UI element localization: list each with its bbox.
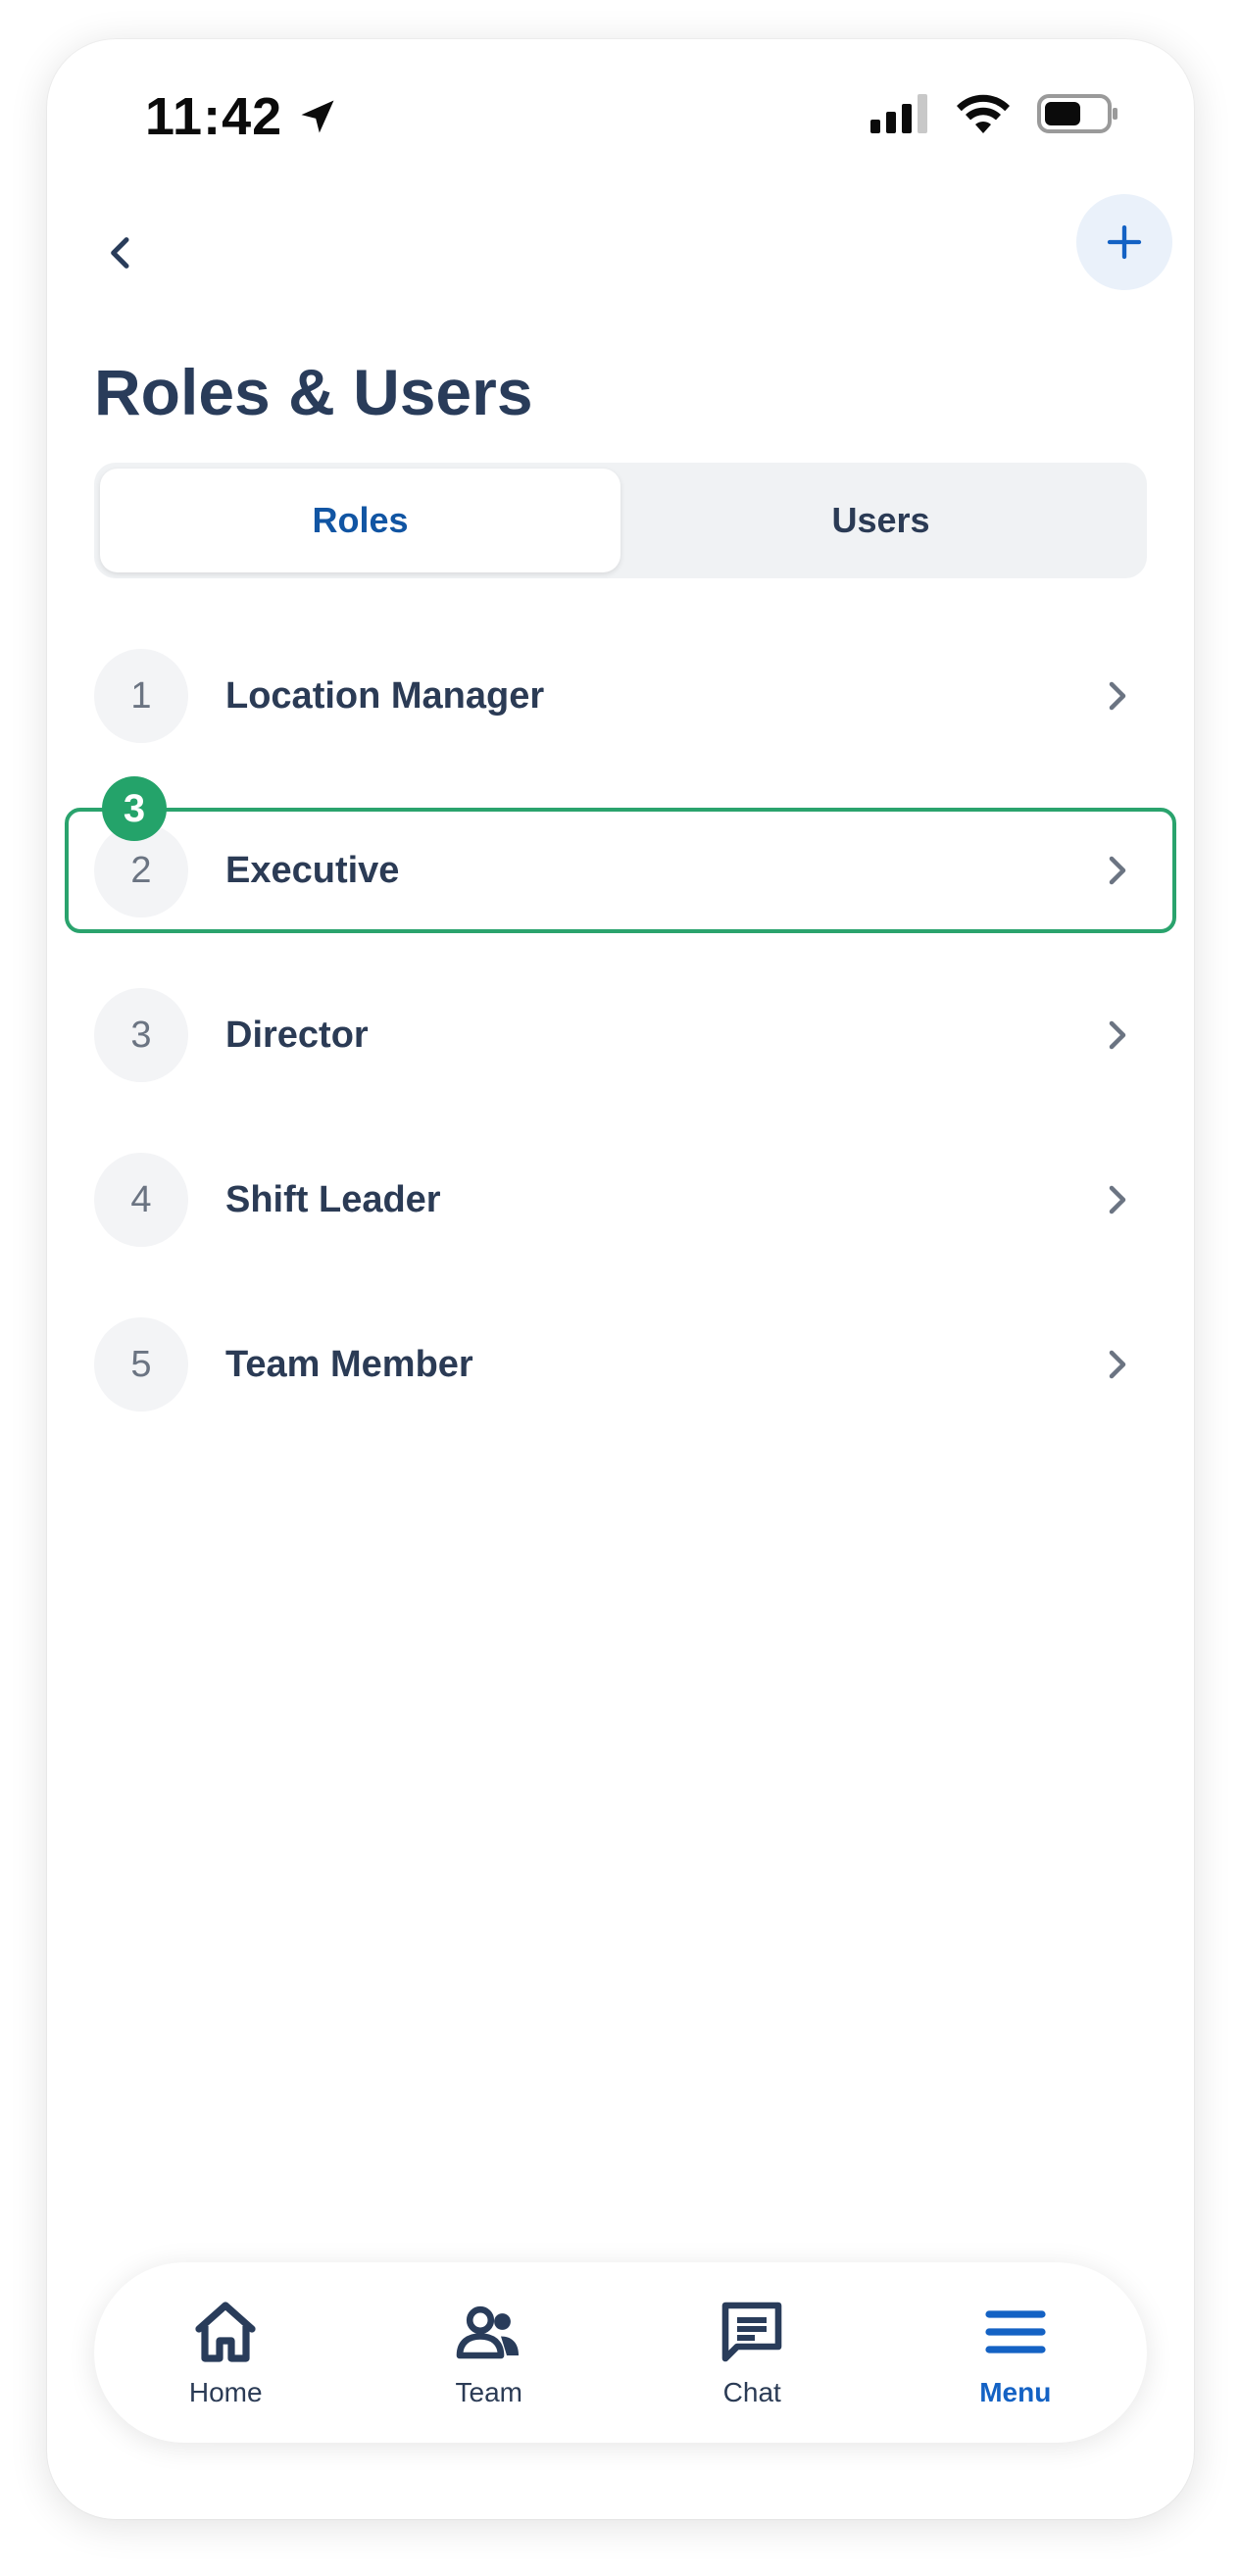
- role-number: 5: [94, 1317, 188, 1412]
- status-time: 11:42: [145, 86, 339, 147]
- role-number: 4: [94, 1153, 188, 1247]
- menu-icon: [985, 2310, 1046, 2353]
- role-name: Team Member: [225, 1343, 473, 1385]
- role-row-location-manager[interactable]: 1 Location Manager: [94, 637, 1147, 755]
- nav-chat[interactable]: Chat: [654, 2297, 850, 2408]
- page-title: Roles & Users: [94, 356, 533, 428]
- chevron-left-icon: [111, 237, 129, 269]
- signal-icon: [870, 94, 927, 133]
- nav-home[interactable]: Home: [127, 2297, 323, 2408]
- role-row-director[interactable]: 3 Director: [94, 976, 1147, 1094]
- nav-label: Chat: [722, 2377, 781, 2407]
- roles-users-segmented-control: Roles Users: [94, 463, 1147, 578]
- add-role-button[interactable]: [1076, 194, 1172, 290]
- battery-icon: [1037, 94, 1117, 133]
- home-icon: [195, 2302, 256, 2362]
- role-number: 1: [94, 649, 188, 743]
- nav-team[interactable]: Team: [391, 2297, 587, 2408]
- back-button[interactable]: [90, 222, 153, 284]
- nav-label: Menu: [979, 2377, 1052, 2407]
- chevron-right-icon: [1088, 1006, 1147, 1065]
- nav-label: Team: [455, 2377, 522, 2407]
- chevron-right-icon: [1088, 1335, 1147, 1394]
- role-number: 3: [94, 988, 188, 1082]
- wifi-icon: [957, 94, 1010, 133]
- step-badge: 3: [102, 776, 167, 841]
- nav-label: Home: [188, 2377, 263, 2407]
- plus-icon: [1107, 224, 1142, 260]
- phone-screen: 11:42 Roles & Users Roles Users 1 Locati…: [47, 39, 1194, 2519]
- team-icon: [456, 2305, 519, 2359]
- status-indicators: [870, 94, 1119, 133]
- role-name: Location Manager: [225, 674, 545, 717]
- role-row-team-member[interactable]: 5 Team Member: [94, 1306, 1147, 1423]
- bottom-nav: Home Team Chat Menu: [94, 2262, 1147, 2443]
- status-time-text: 11:42: [145, 87, 283, 146]
- tab-users[interactable]: Users: [620, 469, 1141, 572]
- role-name: Director: [225, 1014, 369, 1056]
- location-arrow-icon: [301, 100, 334, 133]
- role-row-shift-leader[interactable]: 4 Shift Leader: [94, 1141, 1147, 1259]
- nav-menu[interactable]: Menu: [918, 2297, 1114, 2408]
- tab-roles[interactable]: Roles: [100, 469, 620, 572]
- role-name: Shift Leader: [225, 1178, 441, 1220]
- chat-icon: [721, 2302, 782, 2362]
- step-highlight-box: [65, 808, 1176, 933]
- chevron-right-icon: [1088, 1170, 1147, 1229]
- chevron-right-icon: [1088, 667, 1147, 725]
